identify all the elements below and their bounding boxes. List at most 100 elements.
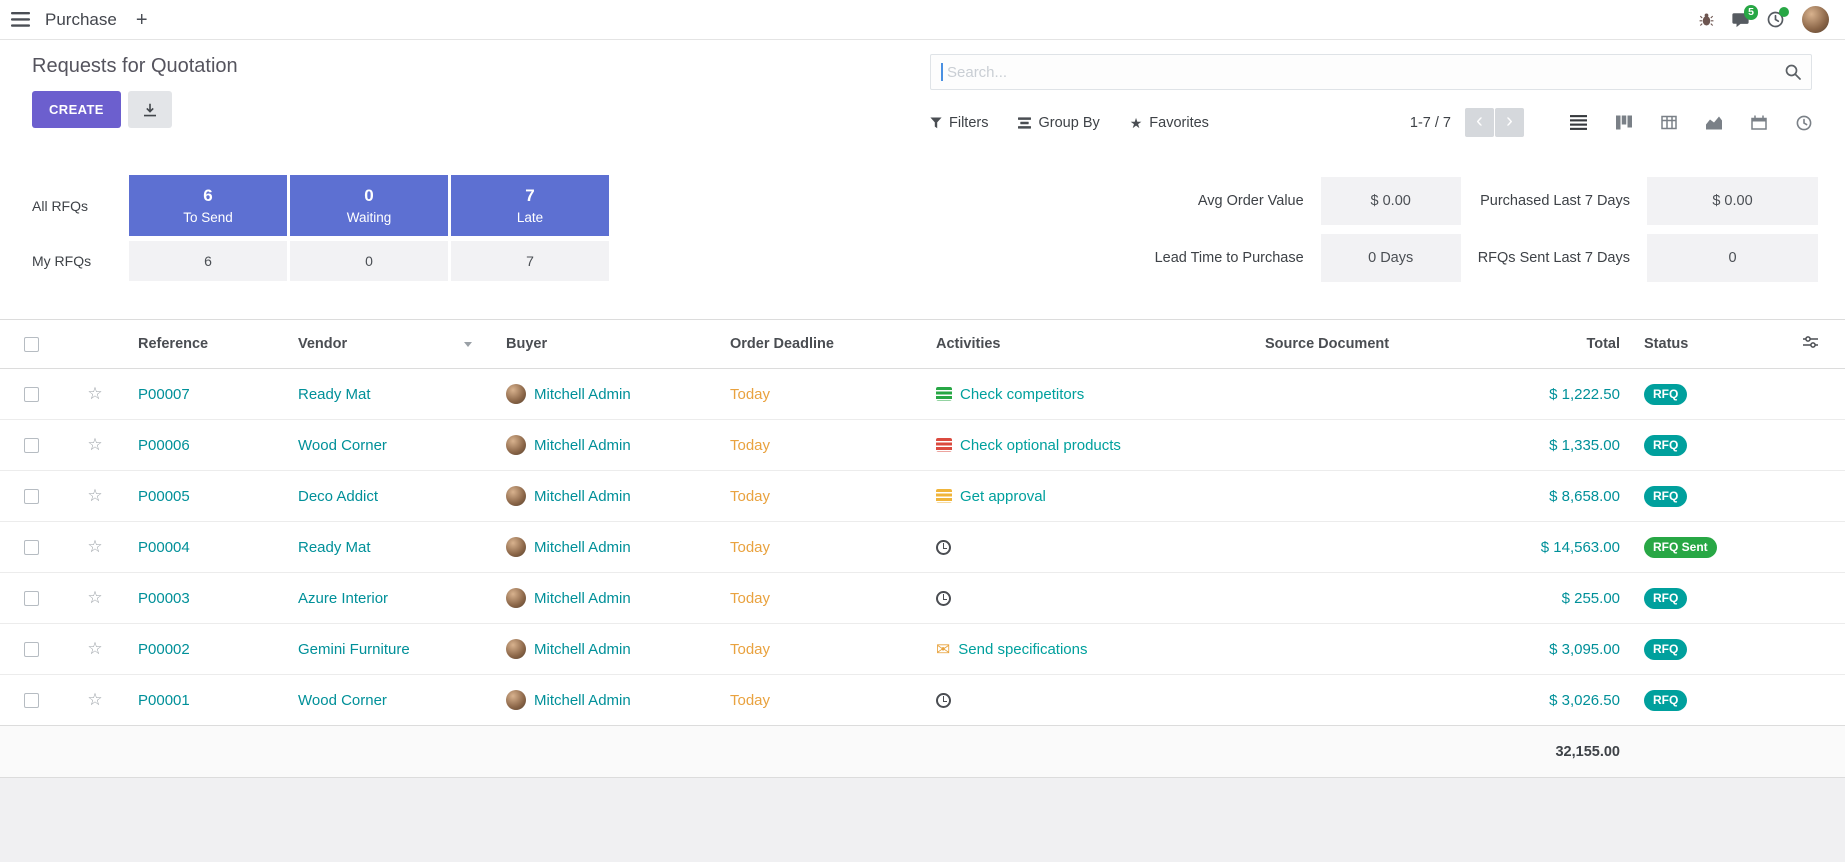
activity-label[interactable]: Send specifications bbox=[958, 641, 1087, 658]
row-checkbox[interactable] bbox=[24, 438, 39, 453]
tile-to-send[interactable]: 6 To Send bbox=[129, 175, 287, 236]
activity-list-icon[interactable] bbox=[936, 489, 952, 503]
reference-link[interactable]: P00003 bbox=[138, 590, 190, 607]
tile-late[interactable]: 7 Late bbox=[451, 175, 609, 236]
filters-button[interactable]: Filters bbox=[930, 115, 988, 131]
column-header-vendor[interactable]: Vendor bbox=[288, 320, 496, 369]
optional-columns-icon[interactable] bbox=[1803, 335, 1818, 349]
source-document-cell bbox=[1255, 675, 1440, 726]
column-header-status[interactable]: Status bbox=[1634, 320, 1776, 369]
my-tile-to-send[interactable]: 6 bbox=[129, 241, 287, 281]
activities-icon[interactable] bbox=[1767, 11, 1784, 28]
buyer-link[interactable]: Mitchell Admin bbox=[534, 437, 631, 454]
row-checkbox[interactable] bbox=[24, 642, 39, 657]
reference-link[interactable]: P00007 bbox=[138, 386, 190, 403]
pivot-view-icon[interactable] bbox=[1661, 115, 1677, 130]
group-by-icon bbox=[1018, 117, 1031, 129]
vendor-link[interactable]: Wood Corner bbox=[298, 437, 387, 454]
table-row[interactable]: ☆ P00001 Wood Corner Mitchell Admin Toda… bbox=[0, 675, 1845, 726]
buyer-link[interactable]: Mitchell Admin bbox=[534, 641, 631, 658]
buyer-avatar bbox=[506, 486, 526, 506]
search-input[interactable] bbox=[945, 63, 1785, 82]
table-row[interactable]: ☆ P00007 Ready Mat Mitchell Admin Today … bbox=[0, 369, 1845, 420]
all-rfqs-row: All RFQs 6 To Send 0 Waiting 7 Late bbox=[32, 175, 609, 236]
create-button[interactable]: CREATE bbox=[32, 91, 121, 128]
next-page-button[interactable]: › bbox=[1495, 108, 1524, 137]
favorite-star-icon[interactable]: ☆ bbox=[87, 435, 102, 454]
row-checkbox[interactable] bbox=[24, 489, 39, 504]
buyer-link[interactable]: Mitchell Admin bbox=[534, 386, 631, 403]
favorite-star-icon[interactable]: ☆ bbox=[87, 588, 102, 607]
activity-clock-icon[interactable] bbox=[936, 591, 951, 606]
table-row[interactable]: ☆ P00004 Ready Mat Mitchell Admin Today … bbox=[0, 522, 1845, 573]
row-checkbox[interactable] bbox=[24, 693, 39, 708]
calendar-view-icon[interactable] bbox=[1751, 115, 1767, 130]
search-icon[interactable] bbox=[1785, 64, 1801, 80]
activity-view-icon[interactable] bbox=[1796, 115, 1812, 131]
graph-view-icon[interactable] bbox=[1706, 115, 1722, 130]
list-view-icon[interactable] bbox=[1570, 115, 1587, 130]
column-header-reference[interactable]: Reference bbox=[128, 320, 288, 369]
plus-icon[interactable]: + bbox=[136, 10, 148, 30]
kanban-view-icon[interactable] bbox=[1616, 115, 1632, 130]
reference-link[interactable]: P00002 bbox=[138, 641, 190, 658]
debug-icon[interactable] bbox=[1699, 12, 1714, 27]
column-header-total[interactable]: Total bbox=[1440, 320, 1634, 369]
buyer-avatar bbox=[506, 588, 526, 608]
favorite-star-icon[interactable]: ☆ bbox=[87, 486, 102, 505]
table-row[interactable]: ☆ P00003 Azure Interior Mitchell Admin T… bbox=[0, 573, 1845, 624]
buyer-link[interactable]: Mitchell Admin bbox=[534, 590, 631, 607]
column-header-activities[interactable]: Activities bbox=[926, 320, 1255, 369]
row-checkbox[interactable] bbox=[24, 540, 39, 555]
favorites-button[interactable]: ★ Favorites bbox=[1130, 115, 1209, 131]
vendor-link[interactable]: Azure Interior bbox=[298, 590, 388, 607]
favorite-star-icon[interactable]: ☆ bbox=[87, 537, 102, 556]
search-bar[interactable] bbox=[930, 54, 1812, 90]
export-button[interactable] bbox=[128, 91, 172, 128]
select-all-checkbox[interactable] bbox=[24, 337, 39, 352]
vendor-link[interactable]: Deco Addict bbox=[298, 488, 378, 505]
row-checkbox[interactable] bbox=[24, 387, 39, 402]
reference-link[interactable]: P00006 bbox=[138, 437, 190, 454]
favorite-star-icon[interactable]: ☆ bbox=[87, 690, 102, 709]
messages-icon[interactable]: 5 bbox=[1732, 12, 1749, 28]
apps-menu-icon[interactable] bbox=[11, 12, 30, 27]
vendor-link[interactable]: Ready Mat bbox=[298, 539, 371, 556]
column-header-buyer[interactable]: Buyer bbox=[496, 320, 720, 369]
vendor-link[interactable]: Gemini Furniture bbox=[298, 641, 410, 658]
my-tile-late[interactable]: 7 bbox=[451, 241, 609, 281]
table-row[interactable]: ☆ P00006 Wood Corner Mitchell Admin Toda… bbox=[0, 420, 1845, 471]
activity-clock-icon[interactable] bbox=[936, 540, 951, 555]
tile-waiting[interactable]: 0 Waiting bbox=[290, 175, 448, 236]
activity-envelope-icon[interactable]: ✉ bbox=[936, 641, 950, 658]
group-by-label: Group By bbox=[1038, 115, 1099, 131]
activity-list-icon[interactable] bbox=[936, 438, 952, 452]
filter-group: Filters Group By ★ Favorites bbox=[930, 115, 1209, 131]
favorite-star-icon[interactable]: ☆ bbox=[87, 639, 102, 658]
favorite-star-icon[interactable]: ☆ bbox=[87, 384, 102, 403]
activity-label[interactable]: Get approval bbox=[960, 488, 1046, 505]
table-row[interactable]: ☆ P00005 Deco Addict Mitchell Admin Toda… bbox=[0, 471, 1845, 522]
vendor-link[interactable]: Ready Mat bbox=[298, 386, 371, 403]
reference-link[interactable]: P00001 bbox=[138, 692, 190, 709]
column-header-source-document[interactable]: Source Document bbox=[1255, 320, 1440, 369]
buyer-link[interactable]: Mitchell Admin bbox=[534, 692, 631, 709]
buyer-link[interactable]: Mitchell Admin bbox=[534, 539, 631, 556]
activity-label[interactable]: Check optional products bbox=[960, 437, 1121, 454]
activity-clock-icon[interactable] bbox=[936, 693, 951, 708]
group-by-button[interactable]: Group By bbox=[1018, 115, 1099, 131]
total-amount: $ 3,095.00 bbox=[1549, 641, 1620, 658]
activity-list-icon[interactable] bbox=[936, 387, 952, 401]
buyer-link[interactable]: Mitchell Admin bbox=[534, 488, 631, 505]
user-avatar[interactable] bbox=[1802, 6, 1829, 33]
app-title[interactable]: Purchase bbox=[45, 10, 117, 30]
column-header-order-deadline[interactable]: Order Deadline bbox=[720, 320, 926, 369]
reference-link[interactable]: P00004 bbox=[138, 539, 190, 556]
row-checkbox[interactable] bbox=[24, 591, 39, 606]
my-tile-waiting[interactable]: 0 bbox=[290, 241, 448, 281]
table-row[interactable]: ☆ P00002 Gemini Furniture Mitchell Admin… bbox=[0, 624, 1845, 675]
activity-label[interactable]: Check competitors bbox=[960, 386, 1084, 403]
previous-page-button[interactable]: ‹ bbox=[1465, 108, 1494, 137]
vendor-link[interactable]: Wood Corner bbox=[298, 692, 387, 709]
reference-link[interactable]: P00005 bbox=[138, 488, 190, 505]
